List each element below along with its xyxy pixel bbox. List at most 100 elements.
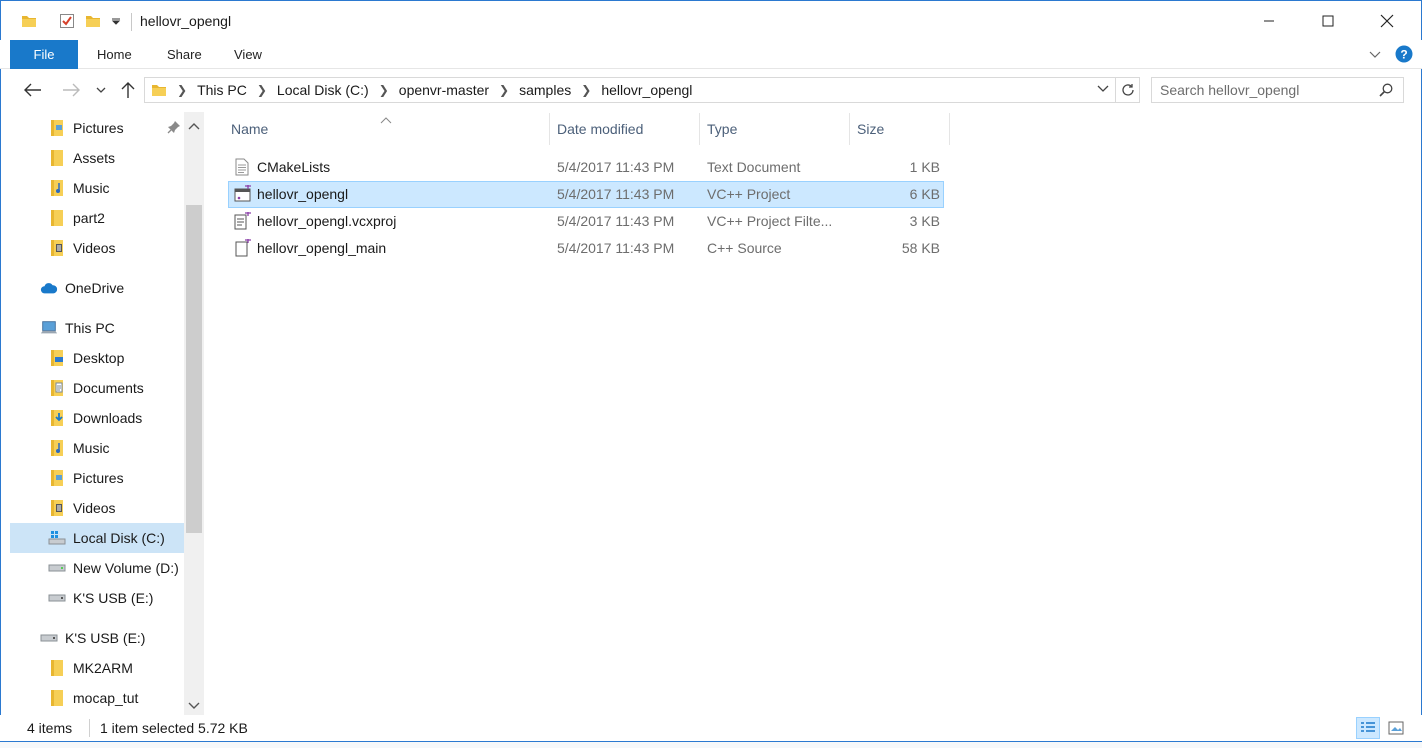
nav-item-label: Music (73, 440, 110, 456)
address-bar[interactable]: ❯ This PC ❯ Local Disk (C:) ❯ openvr-mas… (144, 77, 1140, 103)
pin-icon[interactable] (167, 120, 181, 137)
file-name: hellovr_opengl.vcxproj (257, 213, 397, 229)
file-size: 6 KB (909, 186, 940, 202)
nav-item-videos-quick[interactable]: Videos (48, 233, 116, 263)
breadcrumb-openvr-master[interactable]: openvr-master (399, 82, 489, 98)
nav-item-label: Downloads (73, 410, 143, 426)
nav-item-label: Assets (73, 150, 116, 166)
nav-item-mocap-tut[interactable]: mocap_tut (48, 683, 138, 713)
nav-item-label: K'S USB (E:) (73, 590, 154, 606)
nav-item-local-disk-c[interactable]: Local Disk (C:) (10, 523, 184, 553)
column-header-name[interactable]: Name (225, 113, 550, 145)
address-history-dropdown-icon[interactable] (1097, 85, 1109, 93)
vcxproj-filters-icon (234, 212, 251, 230)
nav-item-label: Pictures (73, 470, 124, 486)
breadcrumb-this-pc[interactable]: This PC (197, 82, 247, 98)
details-view-button[interactable] (1356, 717, 1380, 739)
chevron-right-icon[interactable]: ❯ (581, 83, 591, 97)
nav-item-mk2arm[interactable]: MK2ARM (48, 653, 133, 683)
properties-icon[interactable] (59, 1, 75, 41)
file-row-cmakelists[interactable]: CMakeLists 5/4/2017 11:43 PM Text Docume… (228, 154, 944, 181)
window-frame-left (0, 40, 1, 742)
tab-view[interactable]: View (234, 40, 262, 69)
nav-item-music[interactable]: Music (48, 433, 110, 463)
forward-button[interactable] (58, 78, 84, 102)
nav-item-pictures[interactable]: Pictures (48, 463, 124, 493)
file-size: 58 KB (901, 240, 940, 256)
file-size: 3 KB (909, 213, 940, 229)
nav-item-label: MK2ARM (73, 660, 133, 676)
file-type: C++ Source (707, 240, 782, 256)
tab-home[interactable]: Home (97, 40, 132, 69)
nav-item-new-volume-d[interactable]: New Volume (D:) (48, 553, 179, 583)
refresh-button[interactable] (1115, 78, 1139, 102)
nav-item-this-pc[interactable]: This PC (40, 313, 115, 343)
chevron-right-icon[interactable]: ❯ (257, 83, 267, 97)
scroll-up-icon[interactable] (187, 118, 201, 134)
new-folder-icon[interactable] (85, 1, 101, 41)
column-header-type[interactable]: Type (701, 113, 850, 145)
help-icon[interactable]: ? (1395, 45, 1413, 66)
nav-item-label: Videos (73, 240, 116, 256)
music-folder-icon (48, 179, 66, 197)
title-bar: hellovr_opengl (0, 0, 1422, 40)
tab-share[interactable]: Share (167, 40, 202, 69)
nav-scrollbar-thumb[interactable] (186, 205, 202, 533)
nav-item-label: OneDrive (65, 280, 125, 296)
file-type: VC++ Project (707, 186, 791, 202)
column-header-date-modified[interactable]: Date modified (551, 113, 700, 145)
file-date: 5/4/2017 11:43 PM (557, 240, 675, 256)
nav-item-documents[interactable]: Documents (48, 373, 144, 403)
search-input[interactable] (1152, 82, 1372, 98)
nav-item-usb-e[interactable]: K'S USB (E:) (48, 583, 153, 613)
search-box[interactable] (1151, 77, 1404, 103)
nav-item-usb-e-root[interactable]: K'S USB (E:) (40, 623, 145, 653)
nav-item-part2[interactable]: part2 (48, 203, 105, 233)
nav-item-pictures-quick[interactable]: Pictures (48, 113, 124, 143)
chevron-right-icon[interactable]: ❯ (177, 83, 187, 97)
breadcrumb-samples[interactable]: samples (519, 82, 571, 98)
maximize-button[interactable] (1299, 1, 1357, 41)
drive-icon (48, 559, 66, 577)
breadcrumb-local-disk[interactable]: Local Disk (C:) (277, 82, 369, 98)
chevron-right-icon[interactable]: ❯ (499, 83, 509, 97)
search-icon[interactable] (1379, 83, 1393, 97)
folder-icon (48, 209, 66, 227)
expand-ribbon-icon[interactable] (1367, 46, 1383, 65)
column-header-size[interactable]: Size (851, 113, 950, 145)
nav-item-label: Documents (73, 380, 144, 396)
usb-drive-icon (40, 629, 58, 647)
nav-item-desktop[interactable]: Desktop (48, 343, 124, 373)
nav-item-downloads[interactable]: Downloads (48, 403, 142, 433)
folder-icon (48, 689, 66, 707)
file-row-hellovr-opengl-main[interactable]: hellovr_opengl_main 5/4/2017 11:43 PM C+… (228, 235, 944, 262)
status-item-count: 4 items (27, 720, 73, 736)
file-name: CMakeLists (257, 159, 331, 175)
folder-icon (48, 149, 66, 167)
chevron-right-icon[interactable]: ❯ (379, 83, 389, 97)
nav-item-assets[interactable]: Assets (48, 143, 115, 173)
downloads-folder-icon (48, 409, 66, 427)
status-selection: 1 item selected 5.72 KB (100, 720, 248, 736)
nav-item-music-quick[interactable]: Music (48, 173, 110, 203)
quick-access-dropdown-icon[interactable] (111, 1, 121, 41)
svg-text:?: ? (1400, 48, 1407, 62)
folder-icon (48, 659, 66, 677)
nav-item-onedrive[interactable]: OneDrive (40, 273, 124, 303)
navigation-pane: Pictures Assets Music part2 Videos OneDr… (10, 112, 204, 715)
up-button[interactable] (115, 78, 141, 102)
close-button[interactable] (1358, 1, 1416, 41)
file-row-hellovr-opengl[interactable]: hellovr_opengl 5/4/2017 11:43 PM VC++ Pr… (228, 181, 944, 208)
large-icons-view-button[interactable] (1384, 717, 1408, 739)
file-date: 5/4/2017 11:43 PM (557, 213, 675, 229)
minimize-button[interactable] (1240, 1, 1298, 41)
recent-locations-button[interactable] (90, 78, 112, 102)
scroll-down-icon[interactable] (187, 698, 201, 714)
back-button[interactable] (20, 78, 46, 102)
status-separator (89, 719, 90, 737)
file-row-hellovr-opengl-vcxproj[interactable]: hellovr_opengl.vcxproj 5/4/2017 11:43 PM… (228, 208, 944, 235)
tab-file[interactable]: File (10, 40, 78, 69)
nav-item-videos[interactable]: Videos (48, 493, 116, 523)
breadcrumb-hellovr-opengl[interactable]: hellovr_opengl (601, 82, 692, 98)
nav-item-label: Videos (73, 500, 116, 516)
